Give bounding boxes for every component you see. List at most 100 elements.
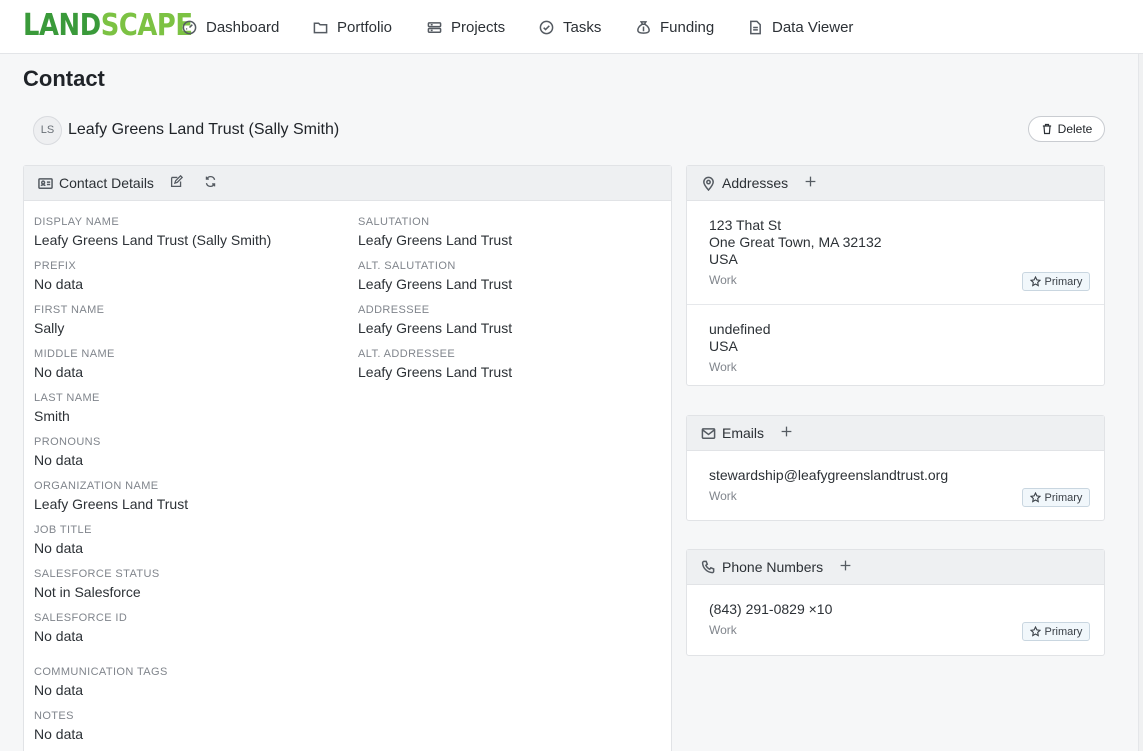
- phone-numbers-panel: Phone Numbers (843) 291-0829 ×10 Work Pr…: [686, 549, 1105, 656]
- address-item: 123 That St One Great Town, MA 32132 USA…: [709, 217, 1090, 291]
- add-email-button[interactable]: [780, 425, 793, 441]
- field-value: No data: [34, 682, 84, 698]
- field-label: Salesforce ID: [34, 612, 128, 624]
- field-label: Addressee: [358, 304, 430, 316]
- phone-numbers-header: Phone Numbers: [687, 550, 1104, 585]
- nav-tasks[interactable]: Tasks: [539, 17, 601, 37]
- divider: [687, 304, 1104, 305]
- field-value: Leafy Greens Land Trust: [358, 232, 513, 248]
- gauge-icon: [182, 20, 197, 34]
- add-phone-button[interactable]: [839, 559, 852, 575]
- field-value: No data: [34, 364, 84, 380]
- money-bag-icon: [637, 20, 650, 34]
- phone-numbers-title: Phone Numbers: [722, 559, 824, 575]
- add-address-button[interactable]: [804, 175, 817, 191]
- primary-badge[interactable]: Primary: [1022, 272, 1090, 291]
- delete-label: Delete: [1057, 122, 1093, 136]
- document-icon: [750, 20, 761, 34]
- edit-contact-button[interactable]: [170, 174, 184, 191]
- top-navigation: LANDSCAPE Dashboard Portfolio Projects T…: [0, 0, 1143, 54]
- field-addressee: Addressee Leafy Greens Land Trust: [358, 304, 512, 337]
- delete-button[interactable]: Delete: [1028, 116, 1105, 142]
- email-item: stewardship@leafygreenslandtrust.org Wor…: [709, 467, 1090, 507]
- primary-label: Primary: [1044, 625, 1083, 638]
- map-pin-icon: [703, 176, 714, 191]
- field-label: Salesforce Status: [34, 568, 160, 580]
- field-notes: Notes No data: [34, 710, 83, 743]
- primary-badge[interactable]: Primary: [1022, 488, 1090, 507]
- projects-icon: [427, 21, 442, 33]
- nav-projects[interactable]: Projects: [427, 17, 505, 37]
- field-salesforce-id: Salesforce ID No data: [34, 612, 127, 645]
- field-label: Display Name: [34, 216, 120, 228]
- field-value: Leafy Greens Land Trust: [358, 364, 513, 380]
- star-icon: [1029, 492, 1041, 503]
- field-organization-name: Organization Name Leafy Greens Land Trus…: [34, 480, 188, 513]
- field-first-name: First Name Sally: [34, 304, 104, 337]
- address-line: USA: [709, 251, 738, 267]
- field-value: No data: [34, 628, 84, 644]
- field-label: Salutation: [358, 216, 430, 228]
- contact-details-panel: Contact Details Display Name Leafy Green…: [23, 165, 672, 751]
- phone-number[interactable]: (843) 291-0829 ×10: [709, 601, 1090, 618]
- primary-label: Primary: [1044, 491, 1083, 504]
- address-line: One Great Town, MA 32132: [709, 234, 882, 250]
- field-label: Job Title: [34, 524, 92, 536]
- field-label: First Name: [34, 304, 105, 316]
- field-value: Not in Salesforce: [34, 584, 141, 600]
- field-display-name: Display Name Leafy Greens Land Trust (Sa…: [34, 216, 271, 249]
- field-label: Prefix: [34, 260, 77, 272]
- contact-details-title: Contact Details: [59, 175, 154, 191]
- field-communication-tags: Communication Tags No data: [34, 666, 168, 699]
- page-title: Contact: [23, 66, 105, 91]
- sync-contact-button[interactable]: [204, 175, 217, 191]
- star-icon: [1029, 626, 1041, 637]
- field-prefix: Prefix No data: [34, 260, 83, 293]
- field-middle-name: Middle Name No data: [34, 348, 115, 381]
- contact-header: LS Leafy Greens Land Trust (Sally Smith): [33, 115, 339, 145]
- field-job-title: Job Title No data: [34, 524, 92, 557]
- primary-label: Primary: [1044, 275, 1083, 288]
- field-value: Smith: [34, 408, 70, 424]
- field-label: Communication Tags: [34, 666, 168, 678]
- field-alt-addressee: Alt. Addressee Leafy Greens Land Trust: [358, 348, 512, 381]
- plus-icon: [840, 560, 851, 571]
- plus-icon: [781, 426, 792, 437]
- emails-header: Emails: [687, 416, 1104, 451]
- field-value: Leafy Greens Land Trust (Sally Smith): [34, 232, 272, 248]
- folder-icon: [313, 22, 328, 33]
- field-value: Sally: [34, 320, 65, 336]
- field-salutation: Salutation Leafy Greens Land Trust: [358, 216, 512, 249]
- nav-label: Portfolio: [337, 18, 393, 36]
- field-value: No data: [34, 276, 84, 292]
- landscape-logo[interactable]: LANDSCAPE: [23, 9, 193, 43]
- field-last-name: Last Name Smith: [34, 392, 100, 425]
- logo-text-scape: SCAPE: [100, 8, 193, 43]
- id-card-icon: [38, 177, 53, 189]
- nav-dashboard[interactable]: Dashboard: [182, 17, 279, 37]
- nav-label: Funding: [660, 18, 715, 36]
- primary-badge[interactable]: Primary: [1022, 622, 1090, 641]
- contact-details-header: Contact Details: [24, 166, 671, 201]
- star-icon: [1029, 276, 1041, 287]
- nav-label: Tasks: [563, 18, 602, 36]
- field-value: No data: [34, 726, 84, 742]
- nav-data-viewer[interactable]: Data Viewer: [748, 17, 853, 37]
- nav-label: Dashboard: [206, 18, 280, 36]
- page-scrollbar[interactable]: [1138, 54, 1143, 751]
- logo-text-land: LAND: [23, 8, 101, 43]
- nav-funding[interactable]: Funding: [636, 17, 714, 37]
- trash-icon: [1042, 123, 1051, 135]
- addresses-panel: Addresses 123 That St One Great Town, MA…: [686, 165, 1105, 386]
- field-label: Notes: [34, 710, 74, 722]
- emails-title: Emails: [722, 425, 765, 441]
- addresses-header: Addresses: [687, 166, 1104, 201]
- field-value: Leafy Greens Land Trust: [34, 496, 189, 512]
- nav-portfolio[interactable]: Portfolio: [313, 17, 392, 37]
- nav-label: Projects: [451, 18, 506, 36]
- field-label: Organization Name: [34, 480, 159, 492]
- addresses-title: Addresses: [722, 175, 789, 191]
- field-alt-salutation: Alt. Salutation Leafy Greens Land Trust: [358, 260, 512, 293]
- refresh-icon: [205, 175, 216, 188]
- email-address[interactable]: stewardship@leafygreenslandtrust.org: [709, 467, 1090, 484]
